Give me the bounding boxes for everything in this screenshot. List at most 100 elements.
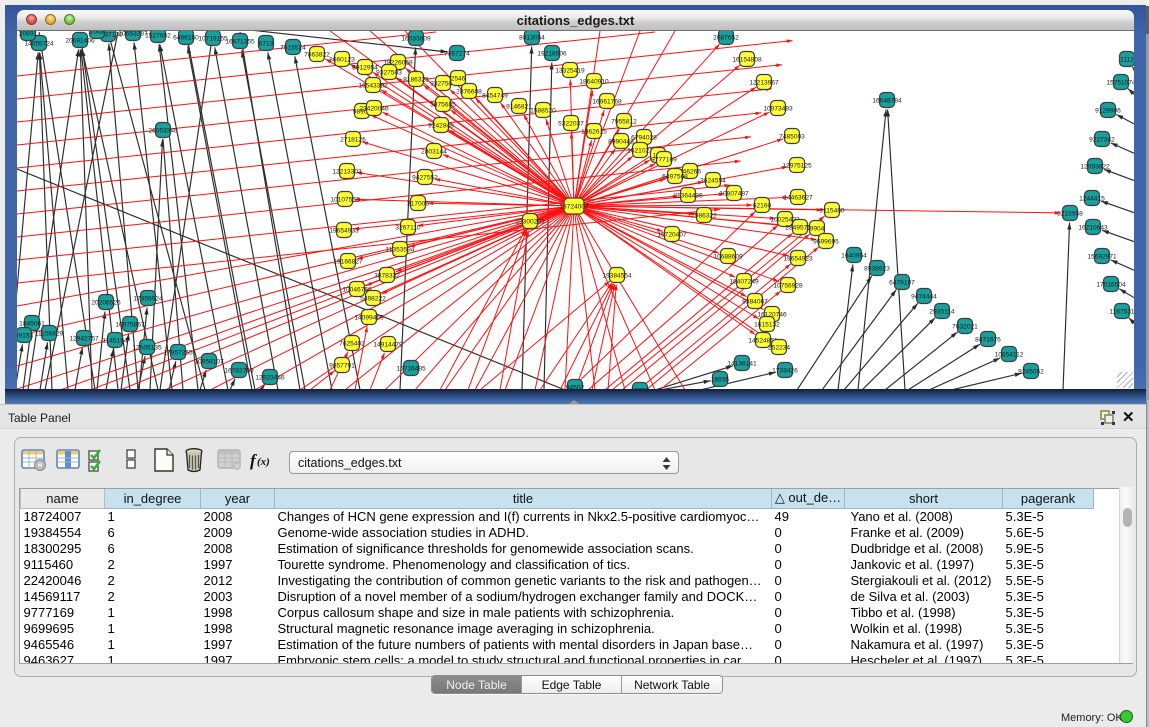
svg-text:9857791: 9857791 <box>329 362 355 369</box>
svg-text:8912954: 8912954 <box>352 64 378 71</box>
svg-text:2087652: 2087652 <box>713 34 739 41</box>
svg-text:12923446: 12923446 <box>255 374 285 381</box>
svg-text:9245052: 9245052 <box>1018 368 1044 375</box>
svg-text:8454749: 8454749 <box>482 92 508 99</box>
svg-text:1588520: 1588520 <box>530 107 556 114</box>
svg-text:9699695: 9699695 <box>813 238 839 245</box>
svg-text:12093822: 12093822 <box>1080 163 1110 170</box>
svg-text:10719155: 10719155 <box>198 35 228 42</box>
svg-text:94502: 94502 <box>566 384 585 389</box>
svg-text:19166827: 19166827 <box>333 258 363 265</box>
svg-text:14463627: 14463627 <box>783 194 813 201</box>
svg-text:12975125: 12975125 <box>782 162 812 169</box>
svg-text:1362615: 1362615 <box>581 128 607 135</box>
svg-text:9242848: 9242848 <box>428 122 454 129</box>
svg-text:10756928: 10756928 <box>773 282 803 289</box>
svg-text:9227342: 9227342 <box>1089 136 1115 143</box>
svg-text:10975867: 10975867 <box>115 321 145 328</box>
svg-text:12505135: 12505135 <box>132 344 162 351</box>
svg-text:12942757: 12942757 <box>69 335 99 342</box>
svg-text:2803144: 2803144 <box>421 148 447 155</box>
svg-text:11353594: 11353594 <box>386 246 415 253</box>
svg-text:16154808: 16154808 <box>732 56 762 63</box>
svg-text:2876608: 2876608 <box>456 88 482 95</box>
svg-text:1845061: 1845061 <box>19 320 45 327</box>
svg-text:19218506: 19218506 <box>537 50 567 57</box>
svg-text:21364436: 21364436 <box>673 192 703 199</box>
svg-text:8471676: 8471676 <box>975 336 1001 343</box>
svg-text:11156829: 11156829 <box>35 330 64 337</box>
svg-text:252234: 252234 <box>768 344 790 351</box>
svg-text:19654923: 19654923 <box>783 255 813 262</box>
svg-text:1640954: 1640954 <box>841 252 867 259</box>
svg-text:3624554: 3624554 <box>700 177 726 184</box>
svg-text:17016504: 17016504 <box>1096 281 1126 288</box>
svg-text:19384554: 19384554 <box>602 272 632 279</box>
svg-text:317006: 317006 <box>407 200 429 207</box>
svg-text:9115460: 9115460 <box>819 207 845 214</box>
svg-text:6479197: 6479197 <box>889 279 915 286</box>
svg-text:1615132: 1615132 <box>754 321 780 328</box>
svg-text:15751074: 15751074 <box>1106 79 1134 86</box>
svg-text:7485003: 7485003 <box>779 133 805 140</box>
svg-text:9777169: 9777169 <box>651 156 677 163</box>
svg-text:9474444: 9474444 <box>911 293 937 300</box>
svg-text:3878332: 3878332 <box>374 272 400 279</box>
svg-text:6713: 6713 <box>259 40 274 47</box>
svg-text:17957255: 17957255 <box>163 349 193 356</box>
svg-text:10732: 10732 <box>631 387 650 389</box>
svg-text:39153: 39153 <box>17 332 33 339</box>
svg-text:23300203: 23300203 <box>515 218 545 225</box>
svg-text:8813054: 8813054 <box>519 34 545 41</box>
svg-text:2718126: 2718126 <box>340 136 366 143</box>
svg-text:6497568: 6497568 <box>662 173 688 180</box>
svg-text:16961768: 16961768 <box>592 98 622 105</box>
svg-text:1733426: 1733426 <box>772 367 798 374</box>
svg-text:15692971: 15692971 <box>1087 253 1117 260</box>
svg-text:20691406: 20691406 <box>65 37 95 44</box>
svg-text:9904: 9904 <box>810 225 825 232</box>
svg-text:18935: 18935 <box>711 376 730 383</box>
svg-text:10653287: 10653287 <box>118 31 148 37</box>
svg-text:12213303: 12213303 <box>332 168 362 175</box>
svg-text:8938923: 8938923 <box>864 265 890 272</box>
svg-text:16648784: 16648784 <box>872 97 902 104</box>
svg-text:10973493: 10973493 <box>763 105 793 112</box>
svg-text:3875685: 3875685 <box>430 101 456 108</box>
svg-text:23420046: 23420046 <box>359 105 389 112</box>
svg-text:7515524: 7515524 <box>280 44 306 51</box>
svg-text:14055724: 14055724 <box>24 40 54 47</box>
svg-text:7357274: 7357274 <box>444 50 470 57</box>
svg-text:7663822: 7663822 <box>304 51 330 58</box>
svg-text:2935114: 2935114 <box>929 308 955 315</box>
svg-text:26053346: 26053346 <box>148 127 178 134</box>
svg-text:9327503: 9327503 <box>376 69 402 76</box>
svg-text:2546: 2546 <box>451 75 466 82</box>
svg-text:1527602: 1527602 <box>145 32 171 39</box>
svg-text:16671355: 16671355 <box>225 38 255 45</box>
svg-text:7625402: 7625402 <box>339 340 365 347</box>
svg-text:19654933: 19654933 <box>329 227 359 234</box>
svg-text:13325419: 13325419 <box>555 67 585 74</box>
svg-text:5322037: 5322037 <box>558 120 584 127</box>
svg-text:14099469: 14099469 <box>354 314 384 321</box>
svg-text:17359924: 17359924 <box>133 295 163 302</box>
svg-text:8660123: 8660123 <box>329 56 355 63</box>
svg-text:14136141: 14136141 <box>727 360 757 367</box>
svg-text:1621022: 1621022 <box>627 147 653 154</box>
svg-text:8186323: 8186323 <box>403 76 429 83</box>
svg-text:12213967: 12213967 <box>749 79 779 86</box>
svg-text:10807487: 10807487 <box>719 190 749 197</box>
svg-text:(x): (x) <box>257 456 270 468</box>
svg-text:8215958: 8215958 <box>1057 210 1083 217</box>
svg-text:16033809: 16033809 <box>401 35 431 42</box>
svg-text:1244415: 1244415 <box>1079 195 1105 202</box>
svg-text:6794028: 6794028 <box>631 134 657 141</box>
svg-text:62160: 62160 <box>753 202 772 209</box>
svg-text:16782759: 16782759 <box>224 367 254 374</box>
svg-text:15720407: 15720407 <box>657 231 687 238</box>
svg-text:7632021: 7632021 <box>952 323 978 330</box>
svg-text:1145194: 1145194 <box>102 337 128 344</box>
svg-text:5498222: 5498222 <box>360 295 386 302</box>
svg-text:6466160: 6466160 <box>173 34 199 41</box>
